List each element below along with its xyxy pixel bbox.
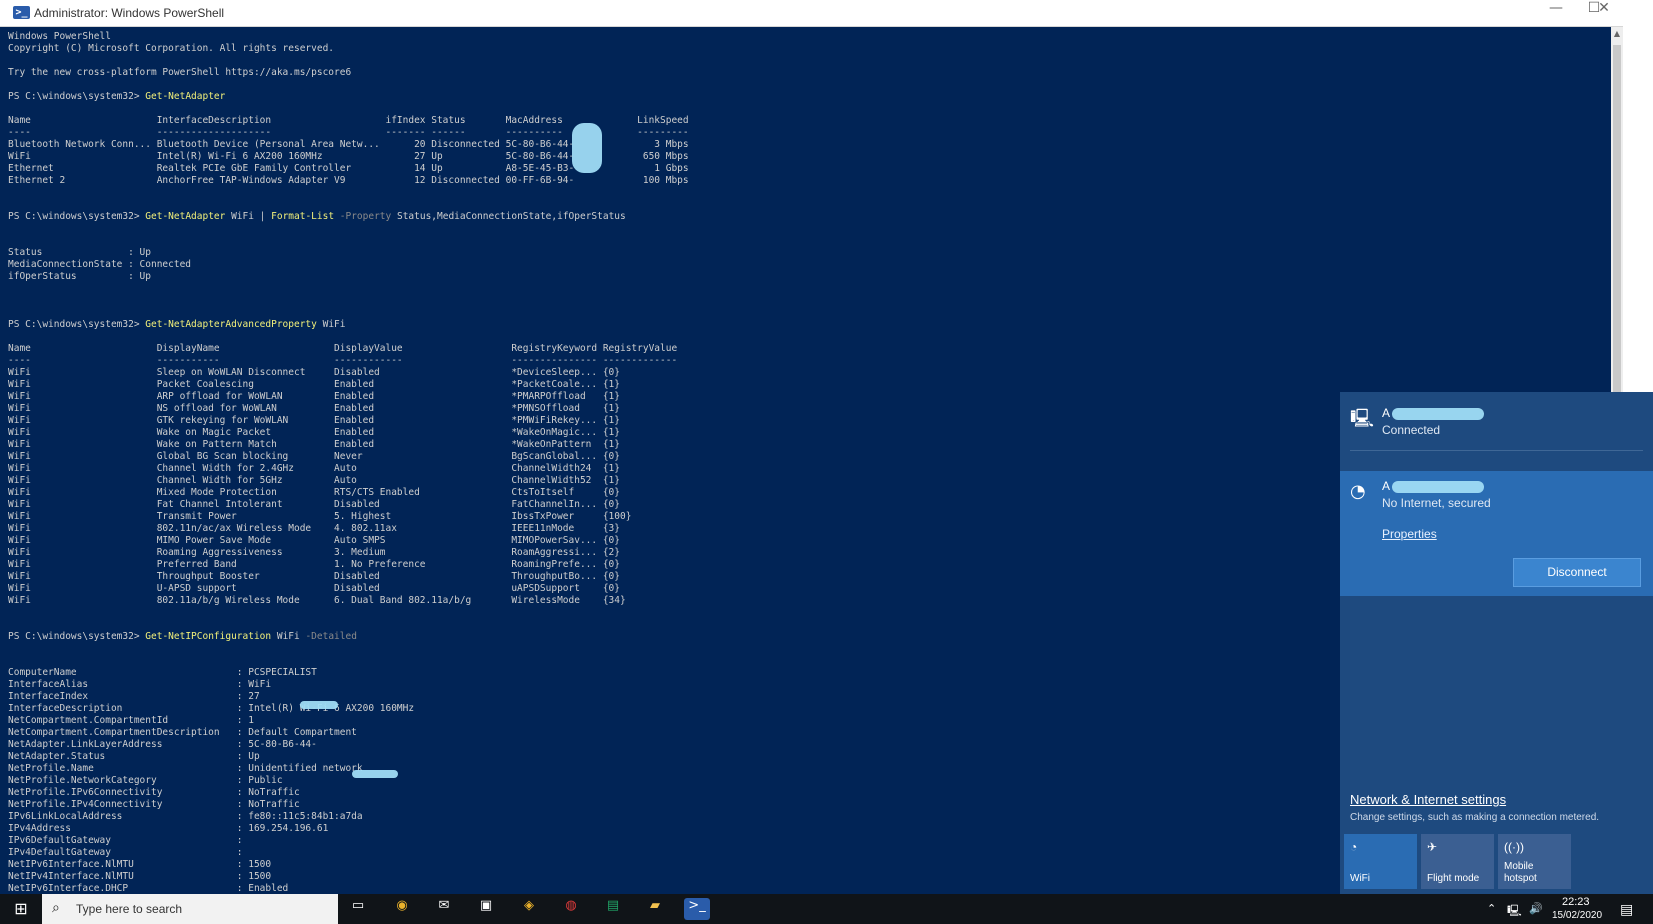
network-settings-description: Change settings, such as making a connec… — [1350, 812, 1600, 823]
command-param: -Property — [334, 211, 392, 222]
notification-icon[interactable]: ▤ — [1620, 901, 1633, 918]
prompt: PS C:\windows\system32> — [8, 211, 146, 222]
tile-label: WiFi — [1350, 873, 1370, 884]
command-format-list: Format-List — [271, 211, 335, 222]
app-icon[interactable]: ◍ — [558, 898, 584, 920]
task-view-icon[interactable]: ▭ — [345, 898, 371, 920]
wifi-network-name: A — [1382, 479, 1391, 493]
ethernet-connection[interactable]: 🖳 A Connected — [1340, 400, 1653, 460]
taskbar: ⊞ ⌕ Type here to search ▭ ◉ ✉ ▣ ◈ ◍ ▤ ▰ … — [0, 894, 1653, 924]
windows-logo-icon: ⊞ — [14, 899, 28, 918]
wifi-status: No Internet, secured — [1382, 496, 1491, 510]
network-settings-link[interactable]: Network & Internet settings — [1350, 792, 1506, 807]
window-title: Administrator: Windows PowerShell — [34, 6, 225, 20]
redaction-mark — [572, 123, 602, 173]
powershell-taskbar-icon[interactable]: >_ — [684, 898, 710, 920]
wifi-icon: ◔ — [1350, 481, 1366, 502]
properties-link[interactable]: Properties — [1382, 527, 1437, 541]
taskbar-search-box[interactable]: ⌕ Type here to search — [42, 894, 338, 924]
ipconfiguration-list: ComputerName : PCSPECIALIST InterfaceAli… — [8, 667, 415, 894]
disconnect-button[interactable]: Disconnect — [1513, 558, 1641, 587]
ethernet-status: Connected — [1382, 423, 1441, 437]
status-list: Status : Up MediaConnectionState : Conne… — [8, 247, 192, 282]
command-ipconfiguration: Get-NetIPConfiguration — [145, 631, 272, 642]
prompt: PS C:\windows\system32> — [8, 91, 146, 102]
command-arg: WiFi — [316, 319, 346, 330]
prompt: PS C:\windows\system32> — [8, 631, 146, 642]
close-button[interactable]: ✕ — [1585, 0, 1623, 26]
network-icon[interactable]: 🖳 — [1507, 902, 1522, 921]
command-param: -Detailed — [299, 631, 357, 642]
search-placeholder: Type here to search — [76, 902, 183, 916]
command-rest: Status,MediaConnectionState,ifOperStatus — [391, 211, 626, 222]
search-icon: ⌕ — [52, 900, 60, 916]
flight-mode-tile[interactable]: ✈ Flight mode — [1421, 834, 1494, 889]
command-arg: WiFi | — [225, 211, 272, 222]
outlook-icon[interactable]: ◈ — [516, 898, 542, 920]
redaction-mark — [1392, 408, 1484, 420]
show-hidden-icons-icon[interactable]: ⌃ — [1487, 902, 1496, 915]
ethernet-network-name: A — [1382, 406, 1391, 420]
command-advanced-property: Get-NetAdapterAdvancedProperty — [145, 319, 317, 330]
scroll-up-arrow-icon[interactable]: ▲ — [1611, 27, 1623, 41]
prompt: PS C:\windows\system32> — [8, 319, 146, 330]
command-name: Get-NetAdapter — [145, 211, 226, 222]
clock-time[interactable]: 22:23 — [1562, 896, 1590, 908]
app-icon[interactable]: ▣ — [473, 898, 499, 920]
tile-label: Flight mode — [1427, 873, 1480, 884]
redaction-mark — [1392, 481, 1484, 493]
airplane-icon: ✈ — [1427, 840, 1438, 854]
divider — [1350, 450, 1643, 451]
powershell-icon: >_ — [13, 6, 30, 19]
mobile-hotspot-tile[interactable]: ((·)) Mobile hotspot — [1498, 834, 1571, 889]
redaction-mark — [352, 770, 398, 778]
minimize-button[interactable]: — — [1537, 0, 1575, 26]
banner: Windows PowerShell Copyright (C) Microso… — [8, 31, 352, 78]
chrome-icon[interactable]: ◉ — [389, 898, 415, 920]
scrollbar-thumb[interactable] — [1613, 45, 1621, 415]
hotspot-icon: ((·)) — [1504, 840, 1524, 854]
wifi-connection[interactable]: ◔ A No Internet, secured Properties Disc… — [1340, 471, 1653, 596]
command-get-netadapter: Get-NetAdapter — [145, 91, 226, 102]
mail-icon[interactable]: ✉ — [431, 898, 457, 920]
wifi-toggle-tile[interactable]: ◔ WiFi — [1344, 834, 1417, 889]
title-bar[interactable]: >_ Administrator: Windows PowerShell — ☐… — [0, 0, 1623, 27]
redaction-mark — [300, 701, 338, 709]
clock-date[interactable]: 15/02/2020 — [1552, 910, 1602, 921]
monitor-network-icon: 🖳 — [1350, 408, 1375, 429]
start-button[interactable]: ⊞ — [0, 894, 42, 924]
excel-icon[interactable]: ▤ — [600, 898, 626, 920]
file-explorer-icon[interactable]: ▰ — [642, 898, 668, 920]
volume-icon[interactable]: 🔊 — [1529, 902, 1543, 915]
advanced-property-table: Name DisplayName DisplayValue RegistryKe… — [8, 343, 678, 606]
command-arg: WiFi — [271, 631, 300, 642]
wifi-icon: ◔ — [1350, 840, 1358, 854]
network-flyout[interactable]: 🖳 A Connected ◔ A No Internet, secured P… — [1340, 392, 1653, 894]
tile-label: Mobile hotspot — [1504, 861, 1537, 884]
